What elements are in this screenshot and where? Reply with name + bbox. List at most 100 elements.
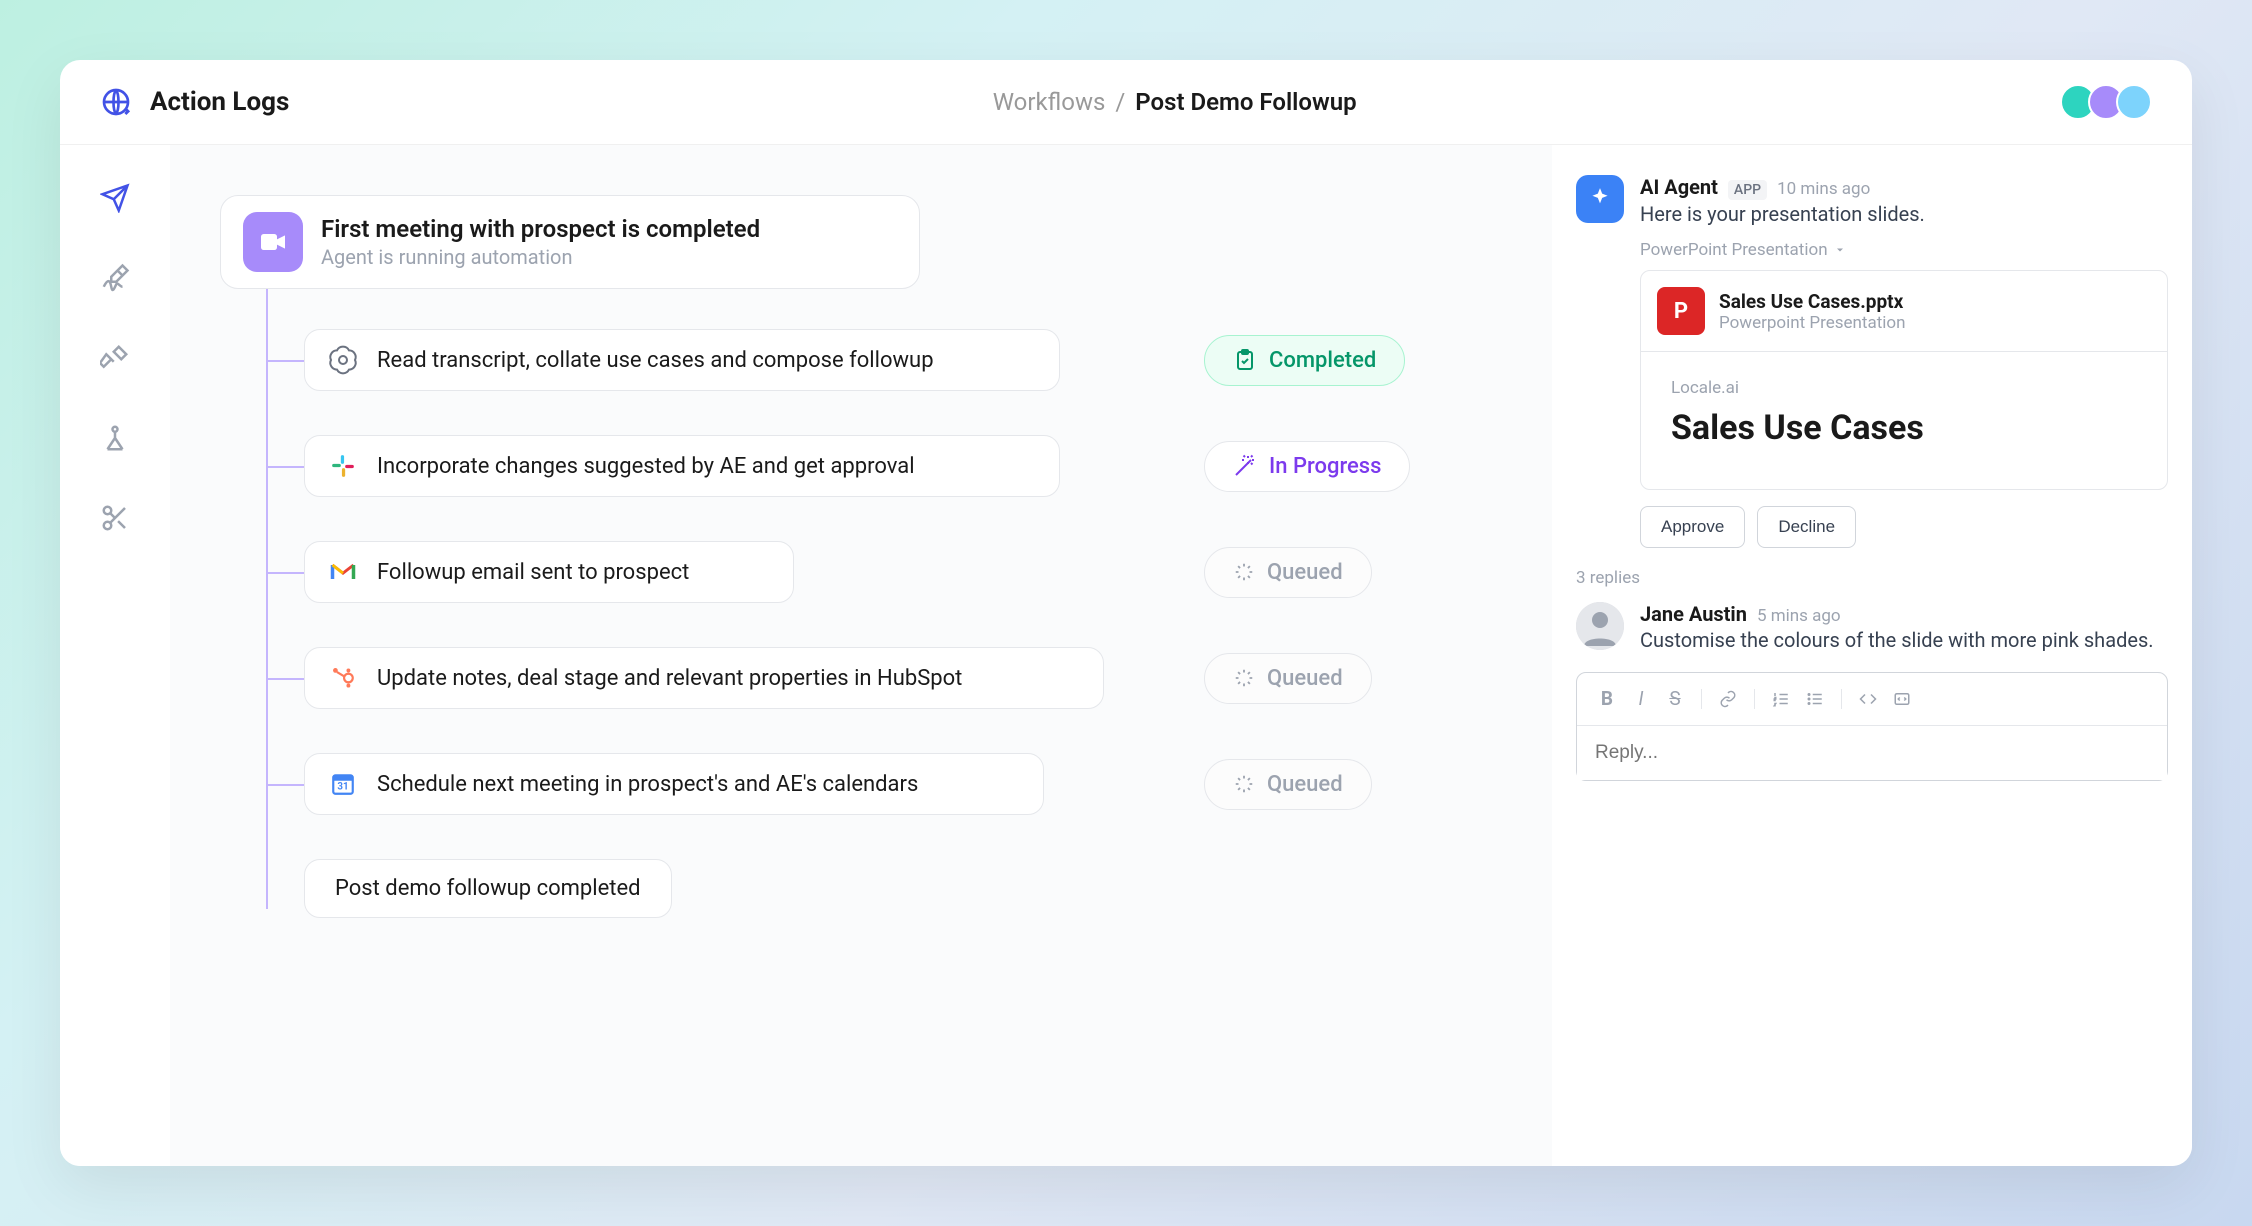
step-label: Followup email sent to prospect — [377, 560, 689, 585]
link-icon[interactable] — [1714, 685, 1742, 713]
sender-name: Jane Austin — [1640, 602, 1747, 626]
page-title: Action Logs — [150, 87, 289, 117]
workflow-steps: Read transcript, collate use cases and c… — [220, 329, 1492, 815]
slack-icon — [327, 450, 359, 482]
step-row: Read transcript, collate use cases and c… — [304, 329, 1492, 391]
status-text: Completed — [1269, 348, 1376, 373]
root-title: First meeting with prospect is completed — [321, 215, 760, 243]
breadcrumb-parent[interactable]: Workflows — [993, 88, 1106, 116]
breadcrumb-separator: / — [1115, 88, 1125, 116]
spinner-icon — [1233, 561, 1255, 583]
step-card[interactable]: Followup email sent to prospect — [304, 541, 794, 603]
preview-title: Sales Use Cases — [1671, 408, 2137, 449]
status-badge-progress: In Progress — [1204, 441, 1410, 492]
preview-brand: Locale.ai — [1671, 378, 2137, 398]
compass-icon[interactable] — [100, 423, 130, 453]
slide-preview: Locale.ai Sales Use Cases — [1641, 351, 2167, 489]
file-type: Powerpoint Presentation — [1719, 313, 1906, 333]
send-icon[interactable] — [100, 183, 130, 213]
separator — [1701, 689, 1702, 709]
header-left: Action Logs — [100, 86, 289, 118]
google-calendar-icon: 31 — [327, 768, 359, 800]
numbered-list-icon[interactable] — [1767, 685, 1795, 713]
step-label: Schedule next meeting in prospect's and … — [377, 772, 918, 797]
step-card[interactable]: Incorporate changes suggested by AE and … — [304, 435, 1060, 497]
connector-line — [266, 289, 268, 909]
satellite-icon[interactable] — [100, 343, 130, 373]
reply-input[interactable] — [1577, 726, 2167, 780]
msg-body: Jane Austin 5 mins ago Customise the col… — [1640, 602, 2168, 652]
timestamp: 10 mins ago — [1777, 179, 1870, 199]
timestamp: 5 mins ago — [1757, 606, 1841, 626]
video-icon — [243, 212, 303, 272]
user-message: Jane Austin 5 mins ago Customise the col… — [1576, 602, 2168, 652]
attachment-card[interactable]: P Sales Use Cases.pptx Powerpoint Presen… — [1640, 270, 2168, 490]
strikethrough-icon[interactable]: S — [1661, 685, 1689, 713]
step-row: 31 Schedule next meeting in prospect's a… — [304, 753, 1492, 815]
msg-body: AI Agent APP 10 mins ago Here is your pr… — [1640, 175, 2168, 548]
status-text: In Progress — [1269, 454, 1381, 479]
step-card[interactable]: Update notes, deal stage and relevant pr… — [304, 647, 1104, 709]
final-label: Post demo followup completed — [335, 876, 641, 901]
status-badge-completed: Completed — [1204, 335, 1405, 386]
globe-icon — [100, 86, 132, 118]
status-text: Queued — [1267, 560, 1343, 585]
agent-avatar — [1576, 175, 1624, 223]
agent-message: AI Agent APP 10 mins ago Here is your pr… — [1576, 175, 2168, 548]
approve-button[interactable]: Approve — [1640, 506, 1745, 548]
attachment-header: P Sales Use Cases.pptx Powerpoint Presen… — [1641, 271, 2167, 351]
body: First meeting with prospect is completed… — [60, 145, 2192, 1166]
sender-name: AI Agent — [1640, 175, 1718, 199]
avatar[interactable] — [2116, 84, 2152, 120]
step-label: Update notes, deal stage and relevant pr… — [377, 666, 962, 691]
replies-count[interactable]: 3 replies — [1576, 568, 2168, 588]
header-bar: Action Logs Workflows / Post Demo Follow… — [60, 60, 2192, 145]
msg-header: AI Agent APP 10 mins ago — [1640, 175, 2168, 200]
spinner-icon — [1233, 773, 1255, 795]
workflow-final[interactable]: Post demo followup completed — [304, 859, 672, 918]
msg-text: Customise the colours of the slide with … — [1640, 628, 2168, 652]
reply-composer: B I S — [1576, 672, 2168, 781]
step-row: Update notes, deal stage and relevant pr… — [304, 647, 1492, 709]
bullet-list-icon[interactable] — [1801, 685, 1829, 713]
openai-icon — [327, 344, 359, 376]
chevron-down-icon — [1834, 244, 1846, 256]
breadcrumb-current: Post Demo Followup — [1135, 88, 1356, 116]
root-subtitle: Agent is running automation — [321, 245, 760, 269]
status-text: Queued — [1267, 666, 1343, 691]
file-name: Sales Use Cases.pptx — [1719, 290, 1906, 313]
step-label: Incorporate changes suggested by AE and … — [377, 454, 915, 479]
italic-icon[interactable]: I — [1627, 685, 1655, 713]
separator — [1841, 689, 1842, 709]
chat-panel: AI Agent APP 10 mins ago Here is your pr… — [1552, 145, 2192, 1166]
bold-icon[interactable]: B — [1593, 685, 1621, 713]
app-badge: APP — [1728, 180, 1767, 200]
status-text: Queued — [1267, 772, 1343, 797]
svg-text:31: 31 — [337, 781, 348, 792]
clipboard-check-icon — [1233, 348, 1257, 372]
app-window: Action Logs Workflows / Post Demo Follow… — [60, 60, 2192, 1166]
code-block-icon[interactable] — [1888, 685, 1916, 713]
avatar-group[interactable] — [2060, 84, 2152, 120]
status-badge-queued: Queued — [1204, 547, 1372, 598]
powerpoint-icon: P — [1657, 287, 1705, 335]
user-avatar — [1576, 602, 1624, 650]
workflow-root[interactable]: First meeting with prospect is completed… — [220, 195, 920, 289]
msg-header: Jane Austin 5 mins ago — [1640, 602, 2168, 626]
code-icon[interactable] — [1854, 685, 1882, 713]
decline-button[interactable]: Decline — [1757, 506, 1856, 548]
attachment-type[interactable]: PowerPoint Presentation — [1640, 240, 2168, 260]
status-badge-queued: Queued — [1204, 759, 1372, 810]
breadcrumb: Workflows / Post Demo Followup — [993, 88, 1357, 116]
format-toolbar: B I S — [1577, 673, 2167, 726]
wand-icon — [1233, 454, 1257, 478]
separator — [1754, 689, 1755, 709]
scissors-icon[interactable] — [100, 503, 130, 533]
step-label: Read transcript, collate use cases and c… — [377, 348, 934, 373]
step-card[interactable]: Read transcript, collate use cases and c… — [304, 329, 1060, 391]
sidebar — [60, 145, 170, 1166]
signature-icon[interactable] — [100, 263, 130, 293]
step-card[interactable]: 31 Schedule next meeting in prospect's a… — [304, 753, 1044, 815]
gmail-icon — [327, 556, 359, 588]
status-badge-queued: Queued — [1204, 653, 1372, 704]
